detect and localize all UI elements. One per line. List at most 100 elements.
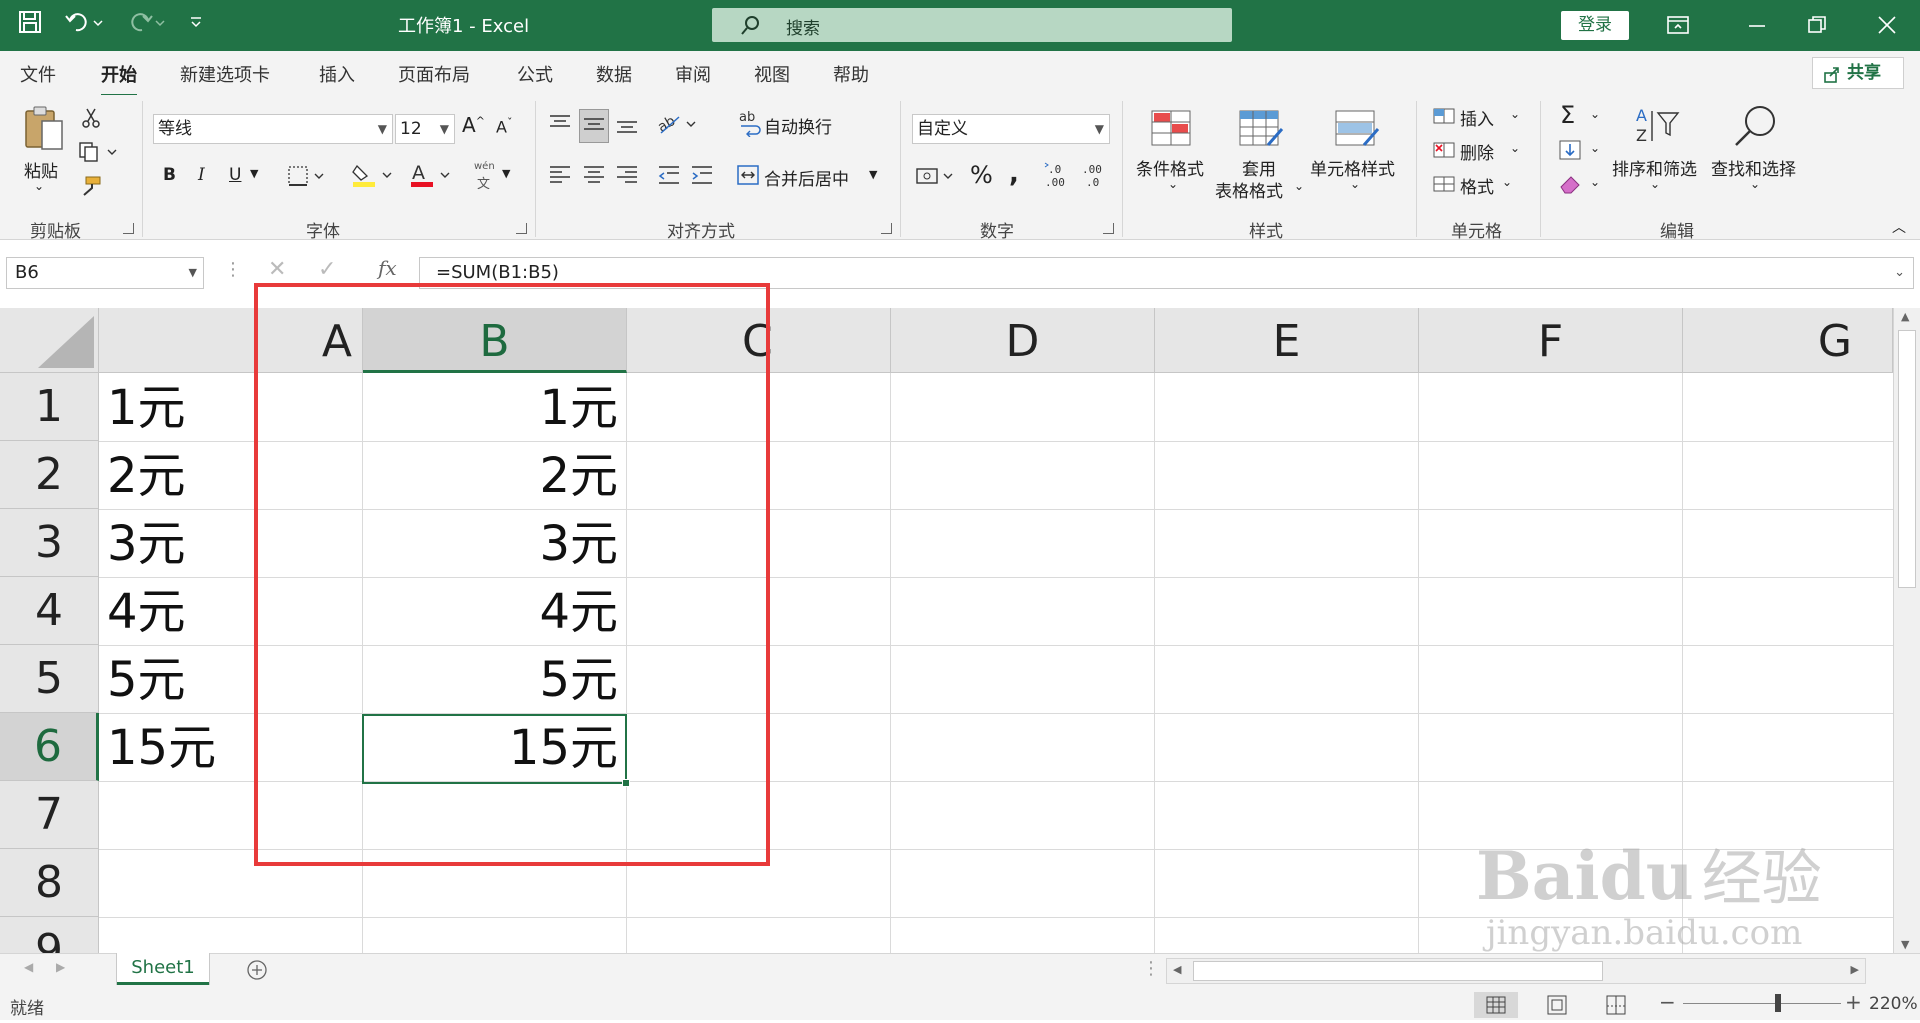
row-header-7[interactable]: 7 — [0, 781, 99, 849]
font-launcher-icon[interactable] — [516, 223, 527, 234]
find-select-icon[interactable] — [1732, 103, 1778, 153]
chevron-down-icon[interactable]: ⌄ — [1590, 141, 1600, 155]
chevron-down-icon[interactable]: ⌄ — [1590, 175, 1600, 189]
column-header-g[interactable]: G — [1683, 308, 1893, 373]
orientation-icon[interactable]: ab — [655, 109, 701, 141]
tab-splitter-icon[interactable]: ⋮ — [1142, 958, 1160, 979]
row-header-5[interactable]: 5 — [0, 645, 99, 713]
login-button[interactable]: 登录 — [1561, 11, 1629, 40]
italic-button[interactable]: I — [198, 165, 205, 185]
scroll-up-icon[interactable]: ▲ — [1901, 310, 1909, 323]
previous-sheet-icon[interactable]: ◀ — [24, 960, 33, 974]
accounting-format-icon[interactable] — [914, 163, 960, 193]
horizontal-scrollbar[interactable]: ◀ ▶ — [1166, 958, 1866, 984]
sheet-tab-sheet1[interactable]: Sheet1 — [117, 953, 209, 985]
redo-icon[interactable] — [126, 10, 166, 34]
tab-home[interactable]: 开始 — [101, 61, 137, 97]
decrease-decimal-icon[interactable]: .00.0 — [1080, 161, 1110, 193]
add-sheet-icon[interactable] — [246, 959, 268, 985]
tab-help[interactable]: 帮助 — [833, 61, 869, 87]
save-icon[interactable] — [18, 10, 42, 34]
number-format-combo[interactable]: 自定义 ▼ — [912, 114, 1110, 144]
alignment-launcher-icon[interactable] — [881, 223, 892, 234]
chevron-down-icon[interactable]: ⌄ — [1294, 179, 1304, 193]
tab-formulas[interactable]: 公式 — [517, 61, 553, 87]
tab-view[interactable]: 视图 — [754, 61, 790, 87]
zoom-level[interactable]: 220% — [1869, 994, 1918, 1014]
scroll-left-icon[interactable]: ◀ — [1173, 963, 1181, 976]
zoom-slider-thumb[interactable] — [1775, 994, 1781, 1012]
next-sheet-icon[interactable]: ▶ — [56, 960, 65, 974]
insert-cells-label[interactable]: 插入 — [1460, 105, 1494, 130]
tab-new[interactable]: 新建选项卡 — [180, 61, 270, 87]
column-header-e[interactable]: E — [1155, 308, 1419, 373]
page-layout-view-icon[interactable] — [1544, 992, 1570, 1023]
font-size-combo[interactable]: 12 ▼ — [395, 114, 455, 144]
number-launcher-icon[interactable] — [1103, 223, 1114, 234]
row-header-9[interactable]: 9 — [0, 917, 99, 953]
increase-font-size-icon[interactable]: A^ — [462, 113, 485, 137]
phonetic-dropdown-icon[interactable]: ▼ — [502, 167, 510, 180]
align-right-icon[interactable] — [615, 163, 639, 191]
search-box[interactable]: 搜索 — [712, 8, 1232, 42]
clipboard-launcher-icon[interactable] — [123, 223, 134, 234]
align-center-icon[interactable] — [582, 163, 606, 191]
normal-view-icon[interactable] — [1474, 992, 1518, 1018]
paste-icon[interactable] — [22, 105, 66, 157]
borders-icon[interactable] — [287, 165, 327, 191]
tab-page-layout[interactable]: 页面布局 — [398, 61, 470, 87]
clear-icon[interactable] — [1558, 173, 1582, 199]
conditional-formatting-icon[interactable] — [1150, 109, 1192, 151]
chevron-down-icon[interactable]: ⌄ — [1510, 141, 1520, 155]
zoom-in-button[interactable]: + — [1845, 990, 1862, 1014]
scroll-down-icon[interactable]: ▼ — [1901, 938, 1909, 951]
autosum-icon[interactable]: Σ — [1560, 101, 1575, 129]
merge-center-icon[interactable] — [736, 163, 760, 191]
font-name-combo[interactable]: 等线 ▼ — [153, 114, 393, 144]
merge-center-label[interactable]: 合并后居中 — [764, 165, 849, 190]
row-header-8[interactable]: 8 — [0, 849, 99, 917]
cancel-entry-icon[interactable]: ✕ — [268, 257, 286, 282]
tab-file[interactable]: 文件 — [20, 61, 56, 87]
format-as-table-label-2[interactable]: 表格格式 — [1215, 177, 1283, 202]
chevron-down-icon[interactable]: ⌄ — [1650, 177, 1660, 191]
close-icon[interactable] — [1874, 12, 1900, 42]
wrap-text-label[interactable]: 自动换行 — [764, 113, 832, 138]
format-painter-icon[interactable] — [78, 175, 102, 203]
increase-indent-icon[interactable] — [690, 163, 714, 191]
cut-icon[interactable] — [80, 107, 102, 133]
decrease-indent-icon[interactable] — [657, 163, 681, 191]
phonetic-guide-char[interactable]: 文 — [477, 173, 490, 192]
paste-dropdown-icon[interactable]: ⌄ — [34, 179, 44, 193]
undo-icon[interactable] — [64, 10, 104, 34]
column-header-f[interactable]: F — [1419, 308, 1683, 373]
decrease-font-size-icon[interactable]: Aˇ — [496, 116, 512, 136]
font-color-icon[interactable]: A — [409, 162, 455, 192]
underline-dropdown-icon[interactable]: ▼ — [250, 167, 258, 180]
tab-review[interactable]: 审阅 — [675, 61, 711, 87]
row-header-4[interactable]: 4 — [0, 577, 99, 645]
vertical-scrollbar[interactable]: ▲ ▼ — [1893, 308, 1920, 953]
align-top-icon[interactable] — [548, 112, 572, 140]
cell-styles-icon[interactable] — [1334, 109, 1380, 153]
horizontal-scroll-thumb[interactable] — [1193, 961, 1603, 981]
collapse-ribbon-icon[interactable]: ︿ — [1892, 217, 1906, 237]
confirm-entry-icon[interactable]: ✓ — [318, 257, 336, 282]
fill-icon[interactable] — [1558, 139, 1582, 165]
merge-dropdown-icon[interactable]: ▼ — [869, 168, 877, 181]
row-header-6[interactable]: 6 — [0, 713, 99, 781]
bold-button[interactable]: B — [163, 165, 176, 185]
delete-cells-label[interactable]: 删除 — [1460, 139, 1494, 164]
chevron-down-icon[interactable]: ⌄ — [1590, 107, 1600, 121]
select-all-button[interactable] — [0, 308, 99, 373]
chevron-down-icon[interactable]: ⌄ — [1502, 175, 1512, 189]
comma-style-button[interactable]: , — [1009, 159, 1019, 189]
underline-button[interactable]: U — [229, 165, 241, 185]
align-bottom-icon[interactable] — [615, 112, 639, 140]
row-header-1[interactable]: 1 — [0, 373, 99, 441]
align-middle-icon[interactable] — [579, 109, 609, 143]
restore-icon[interactable] — [1804, 12, 1830, 42]
format-cells-label[interactable]: 格式 — [1460, 173, 1494, 198]
minimize-icon[interactable] — [1744, 12, 1770, 42]
customize-qat-icon[interactable] — [188, 10, 204, 34]
